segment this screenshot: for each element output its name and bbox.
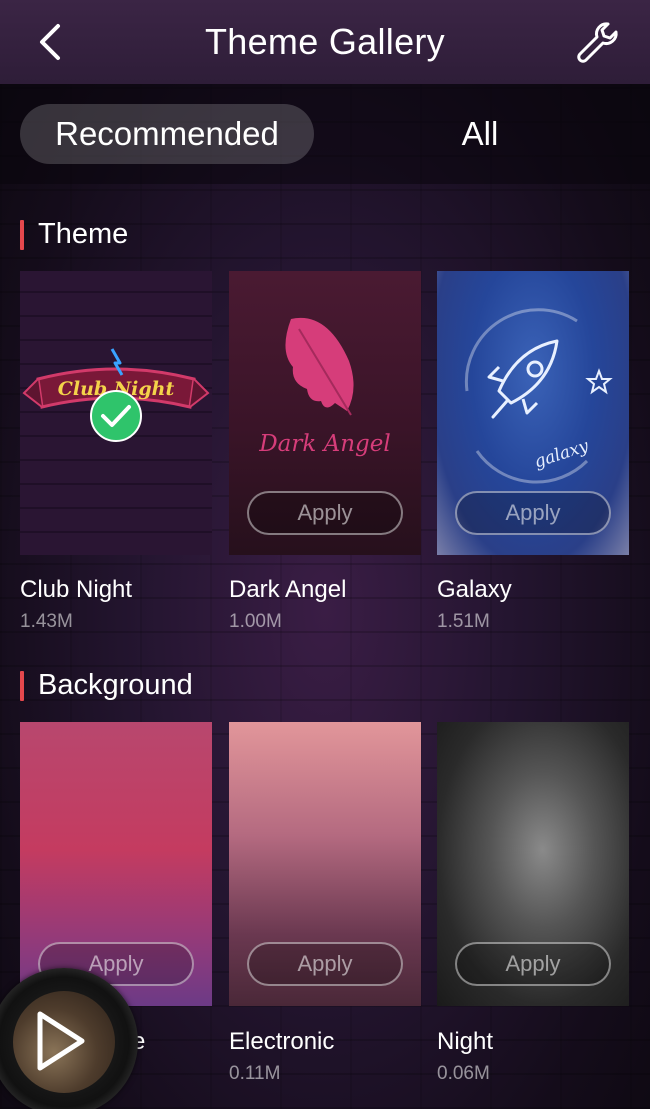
- back-button[interactable]: [30, 20, 70, 64]
- tab-bar: Recommended All: [0, 84, 650, 184]
- check-circle-icon: [90, 390, 142, 442]
- tab-recommended[interactable]: Recommended: [20, 104, 314, 164]
- dark-angel-logo-text: Dark Angel: [258, 431, 391, 457]
- wrench-icon: [577, 22, 618, 63]
- theme-card-club-night[interactable]: Club Night: [20, 271, 212, 555]
- section-title: Background: [38, 669, 193, 701]
- top-nav-bar: Theme Gallery: [0, 0, 650, 84]
- tab-all[interactable]: All: [400, 104, 560, 164]
- apply-button[interactable]: Apply: [247, 942, 403, 986]
- theme-card-dark-angel[interactable]: Dark Angel Apply: [229, 271, 421, 555]
- apply-button[interactable]: Apply: [455, 942, 611, 986]
- apply-button[interactable]: Apply: [455, 491, 611, 535]
- settings-button[interactable]: [574, 20, 620, 64]
- background-section-heading: Background: [20, 669, 193, 702]
- section-accent-bar: [20, 670, 24, 701]
- page-title: Theme Gallery: [205, 21, 445, 62]
- theme-name-dark-angel: Dark Angel: [229, 576, 347, 603]
- background-name-night: Night: [437, 1028, 494, 1055]
- theme-name-club-night: Club Night: [20, 576, 133, 603]
- background-size-night: 0.06M: [437, 1063, 490, 1084]
- background-size-electronic: 0.11M: [229, 1063, 281, 1084]
- background-name-electronic: Electronic: [229, 1028, 335, 1055]
- apply-button[interactable]: Apply: [247, 491, 403, 535]
- theme-name-galaxy: Galaxy: [437, 576, 512, 603]
- theme-size-club-night: 1.43M: [20, 611, 73, 632]
- background-card-1[interactable]: Apply: [20, 722, 212, 1006]
- theme-card-galaxy[interactable]: galaxy Apply: [437, 271, 629, 555]
- play-icon: [37, 1011, 85, 1071]
- theme-section-heading: Theme: [20, 218, 128, 251]
- theme-size-galaxy: 1.51M: [437, 611, 490, 632]
- theme-size-dark-angel: 1.00M: [229, 611, 282, 632]
- chevron-left-icon: [40, 24, 60, 60]
- background-card-electronic[interactable]: Apply: [229, 722, 421, 1006]
- background-card-night[interactable]: Apply: [437, 722, 629, 1006]
- section-accent-bar: [20, 219, 24, 250]
- section-title: Theme: [38, 218, 129, 250]
